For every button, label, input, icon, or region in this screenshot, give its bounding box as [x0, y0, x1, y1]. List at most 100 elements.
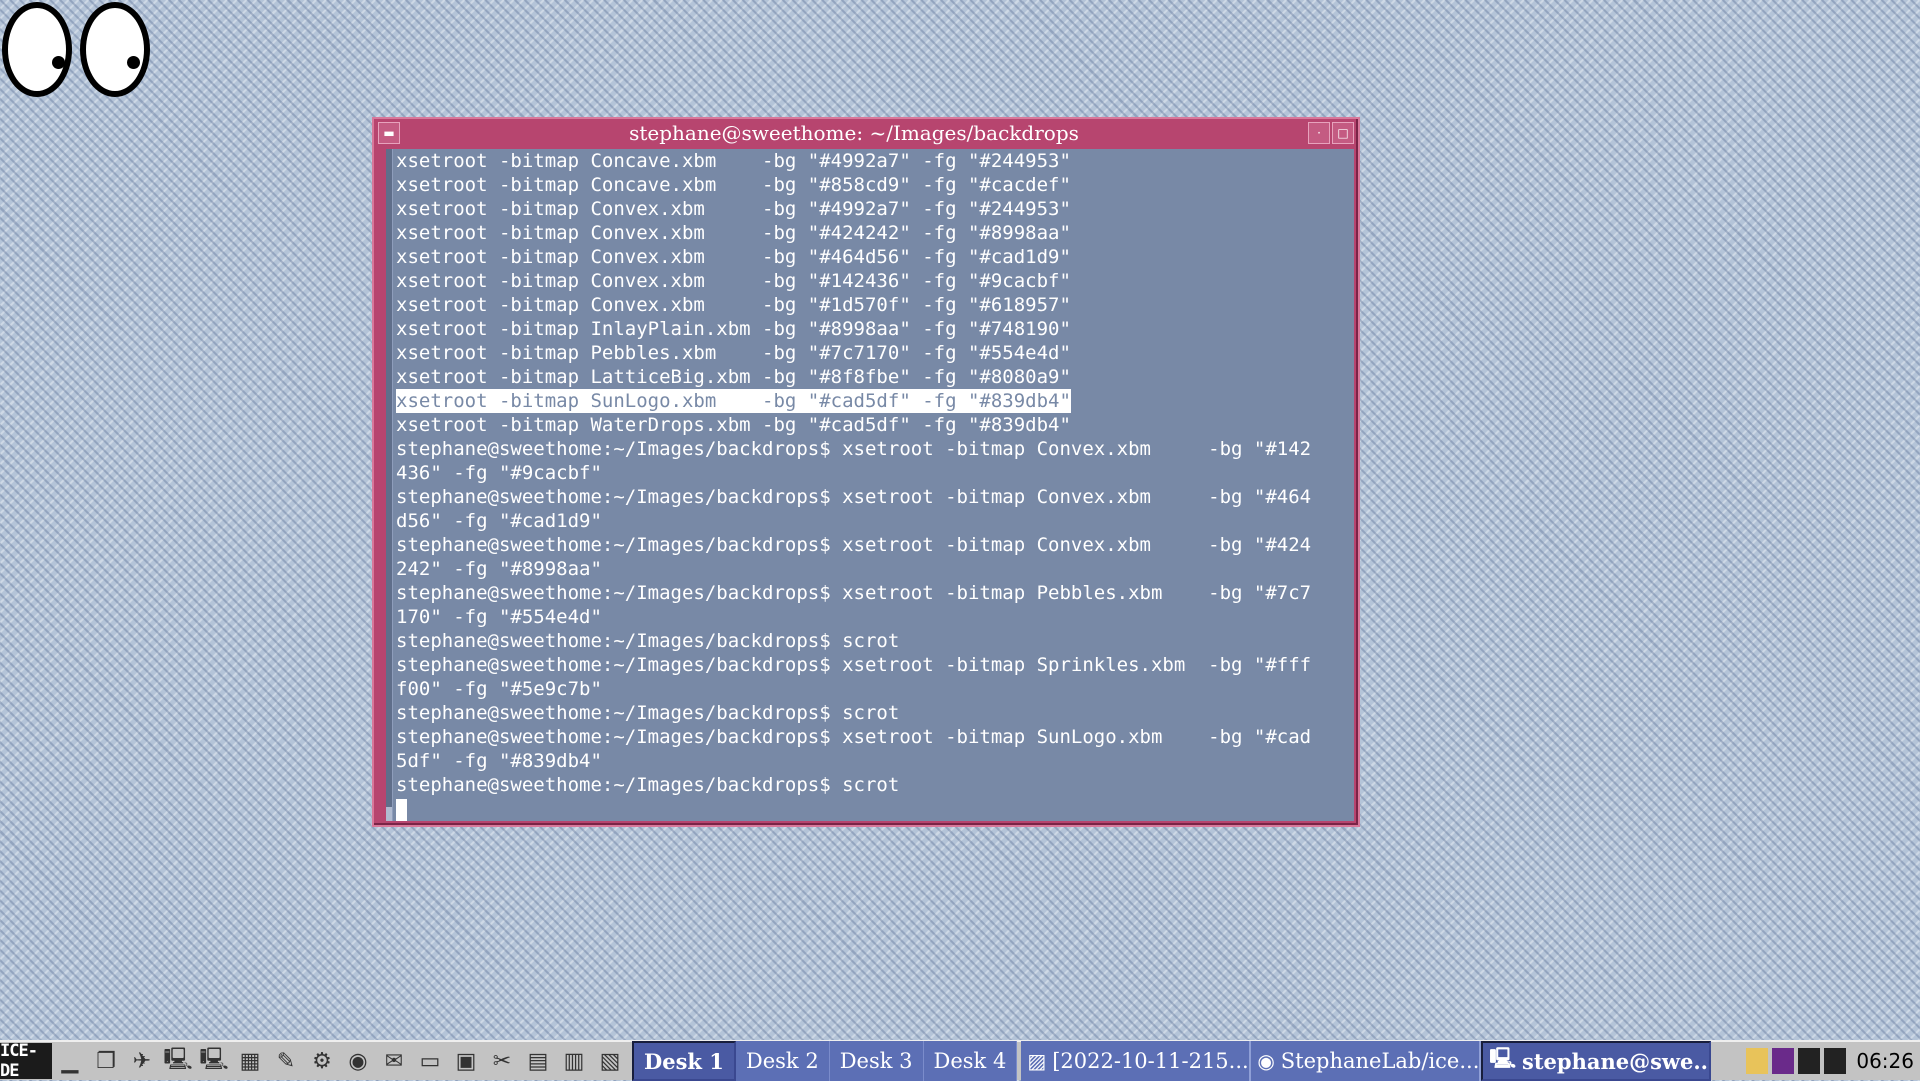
terminal-line: stephane@sweethome:~/Images/backdrops$ x… — [396, 437, 1354, 461]
terminal-line: stephane@sweethome:~/Images/backdrops$ x… — [396, 725, 1354, 749]
terminal-line: xsetroot -bitmap Convex.xbm -bg "#464d56… — [396, 245, 1354, 269]
terminal-line: xsetroot -bitmap Convex.xbm -bg "#142436… — [396, 269, 1354, 293]
terminal-line: xsetroot -bitmap SunLogo.xbm -bg "#cad5d… — [396, 389, 1354, 413]
terminal-line: xsetroot -bitmap WaterDrops.xbm -bg "#ca… — [396, 413, 1354, 437]
terminal-line: xsetroot -bitmap Pebbles.xbm -bg "#7c717… — [396, 341, 1354, 365]
firefox-icon[interactable]: ◉ — [340, 1043, 376, 1079]
desk-button-4[interactable]: Desk 4 — [924, 1041, 1018, 1081]
terminal-line-text: stephane@sweethome:~/Images/backdrops$ x… — [396, 582, 1312, 604]
terminal-line: stephane@sweethome:~/Images/backdrops$ s… — [396, 701, 1354, 725]
terminal-line-text: xsetroot -bitmap Concave.xbm -bg "#4992a… — [396, 150, 1071, 172]
clock[interactable]: 06:26 — [1856, 1049, 1914, 1073]
thunderbird-icon[interactable]: ✉ — [376, 1043, 412, 1079]
terminal-line-text: xsetroot -bitmap Pebbles.xbm -bg "#7c717… — [396, 342, 1071, 364]
start-menu-button[interactable]: ICE-DE — [0, 1041, 52, 1081]
terminal-line: xsetroot -bitmap Convex.xbm -bg "#424242… — [396, 221, 1354, 245]
gimp-icon[interactable]: ✂ — [484, 1043, 520, 1079]
terminal-line-text: 170" -fg "#554e4d" — [396, 606, 602, 628]
terminal-line-text: xsetroot -bitmap Convex.xbm -bg "#464d56… — [396, 246, 1071, 268]
terminal-line: xsetroot -bitmap Concave.xbm -bg "#858cd… — [396, 173, 1354, 197]
terminal-line-text: xsetroot -bitmap Convex.xbm -bg "#4992a7… — [396, 198, 1071, 220]
terminal-line: xsetroot -bitmap InlayPlain.xbm -bg "#89… — [396, 317, 1354, 341]
system-tray: 06:26 — [1740, 1041, 1920, 1081]
terminal-icon[interactable]: 🖳 — [160, 1043, 196, 1079]
task-label: StephaneLab/ice... — [1280, 1049, 1480, 1073]
terminal-line: stephane@sweethome:~/Images/backdrops$ s… — [396, 629, 1354, 653]
clipboard-icon[interactable] — [1746, 1048, 1769, 1074]
window-titlebar[interactable]: ▬ stephane@sweethome: ~/Images/backdrops… — [378, 121, 1354, 145]
terminal-line-text: xsetroot -bitmap InlayPlain.xbm -bg "#89… — [396, 318, 1071, 340]
desk-button-2[interactable]: Desk 2 — [736, 1041, 830, 1081]
terminal-output[interactable]: xsetroot -bitmap Concave.xbm -bg "#4992a… — [386, 149, 1354, 821]
task-button[interactable]: ◉ StephaneLab/ice... — [1251, 1041, 1482, 1081]
terminal-line-text: stephane@sweethome:~/Images/backdrops$ x… — [396, 438, 1312, 460]
run-icon[interactable]: ✈ — [124, 1043, 160, 1079]
scrollbar-thumb[interactable] — [386, 807, 392, 821]
terminal-line: stephane@sweethome:~/Images/backdrops$ x… — [396, 653, 1354, 677]
firefox-icon: ◉ — [1257, 1049, 1275, 1073]
terminal-line-text: stephane@sweethome:~/Images/backdrops$ x… — [396, 654, 1312, 676]
terminal-line-text: stephane@sweethome:~/Images/backdrops$ x… — [396, 486, 1312, 508]
terminal-line-text: xsetroot -bitmap Convex.xbm -bg "#142436… — [396, 270, 1071, 292]
terminal-line-text: 436" -fg "#9cacbf" — [396, 462, 602, 484]
terminal-line: 242" -fg "#8998aa" — [396, 557, 1354, 581]
desk-button-3[interactable]: Desk 3 — [830, 1041, 924, 1081]
quick-launch-bar: ▁ ❐ ✈ 🖳 🖳 ▦ ✎ ⚙ ◉ ✉ ▭ ▣ ✂ ▤ ▥ ▧ — [52, 1043, 628, 1079]
terminal-line-text: xsetroot -bitmap LatticeBig.xbm -bg "#8f… — [396, 366, 1071, 388]
terminal-line-text: 5df" -fg "#839db4" — [396, 750, 602, 772]
terminal-icon: 🖳 — [1489, 1046, 1516, 1070]
terminal-line: stephane@sweethome:~/Images/backdrops$ x… — [396, 533, 1354, 557]
taskbar: ICE-DE ▁ ❐ ✈ 🖳 🖳 ▦ ✎ ⚙ ◉ ✉ ▭ ▣ ✂ ▤ ▥ ▧ Desk 1 Desk 2 Desk… — [0, 1040, 1920, 1081]
writer-icon[interactable]: ▤ — [520, 1043, 556, 1079]
terminal-line: xsetroot -bitmap Convex.xbm -bg "#1d570f… — [396, 293, 1354, 317]
text-cursor — [396, 798, 407, 821]
window-menu-button[interactable]: ▬ — [378, 122, 400, 144]
editor-icon[interactable]: ✎ — [268, 1043, 304, 1079]
folder-icon[interactable]: ▭ — [412, 1043, 448, 1079]
prompt-line[interactable] — [396, 797, 1354, 821]
terminal-line: 436" -fg "#9cacbf" — [396, 461, 1354, 485]
terminal-line-text: xsetroot -bitmap Convex.xbm -bg "#424242… — [396, 222, 1071, 244]
terminal-line-text: stephane@sweethome:~/Images/backdrops$ s… — [396, 630, 900, 652]
calc-icon[interactable]: ▥ — [556, 1043, 592, 1079]
terminal-line-text: xsetroot -bitmap Concave.xbm -bg "#858cd… — [396, 174, 1071, 196]
impress-icon[interactable]: ▧ — [592, 1043, 628, 1079]
terminal-line: f00" -fg "#5e9c7b" — [396, 677, 1354, 701]
terminal-line: stephane@sweethome:~/Images/backdrops$ x… — [396, 581, 1354, 605]
terminal-line-text: 242" -fg "#8998aa" — [396, 558, 602, 580]
window-list-icon[interactable]: ❐ — [88, 1043, 124, 1079]
terminal-line: stephane@sweethome:~/Images/backdrops$ s… — [396, 773, 1354, 797]
calculator-icon[interactable]: ▦ — [232, 1043, 268, 1079]
task-label: stephane@swe... — [1522, 1048, 1712, 1074]
terminal-lines: xsetroot -bitmap Concave.xbm -bg "#4992a… — [396, 149, 1354, 821]
terminal-line: 5df" -fg "#839db4" — [396, 749, 1354, 773]
mem-monitor-icon[interactable] — [1824, 1048, 1847, 1074]
terminal-line-text: d56" -fg "#cad1d9" — [396, 510, 602, 532]
maximize-button[interactable]: □ — [1332, 122, 1354, 144]
net-monitor-icon[interactable] — [1798, 1048, 1821, 1074]
terminal-2-icon[interactable]: 🖳 — [196, 1043, 232, 1079]
terminal-line: xsetroot -bitmap Concave.xbm -bg "#4992a… — [396, 149, 1354, 173]
terminal-line: 170" -fg "#554e4d" — [396, 605, 1354, 629]
task-button[interactable]: ▨ [2022-10-11-215... — [1021, 1041, 1252, 1081]
terminal-line-text: stephane@sweethome:~/Images/backdrops$ s… — [396, 774, 900, 796]
system-icon[interactable]: ⚙ — [304, 1043, 340, 1079]
cpu-monitor-icon[interactable] — [1772, 1048, 1795, 1074]
terminal-line-text: xsetroot -bitmap Convex.xbm -bg "#1d570f… — [396, 294, 1071, 316]
desk-button-1[interactable]: Desk 1 — [632, 1041, 736, 1081]
show-desktop-icon[interactable]: ▁ — [52, 1043, 88, 1079]
terminal-line-text: xsetroot -bitmap WaterDrops.xbm -bg "#ca… — [396, 414, 1071, 436]
terminal-line-text: stephane@sweethome:~/Images/backdrops$ s… — [396, 702, 900, 724]
terminal-scrollbar[interactable] — [386, 149, 393, 821]
left-eye-icon — [2, 2, 72, 97]
image-viewer-icon[interactable]: ▣ — [448, 1043, 484, 1079]
minimize-button[interactable]: · — [1308, 122, 1330, 144]
workspace-switcher: Desk 1 Desk 2 Desk 3 Desk 4 — [632, 1041, 1018, 1081]
screenshot-icon: ▨ — [1027, 1049, 1047, 1073]
terminal-window[interactable]: ▬ stephane@sweethome: ~/Images/backdrops… — [372, 117, 1360, 827]
terminal-line: stephane@sweethome:~/Images/backdrops$ x… — [396, 485, 1354, 509]
task-button[interactable]: 🖳 stephane@swe... — [1481, 1041, 1712, 1081]
terminal-line-text: xsetroot -bitmap SunLogo.xbm -bg "#cad5d… — [396, 389, 1071, 413]
terminal-line: xsetroot -bitmap LatticeBig.xbm -bg "#8f… — [396, 365, 1354, 389]
task-label: [2022-10-11-215... — [1052, 1049, 1249, 1073]
